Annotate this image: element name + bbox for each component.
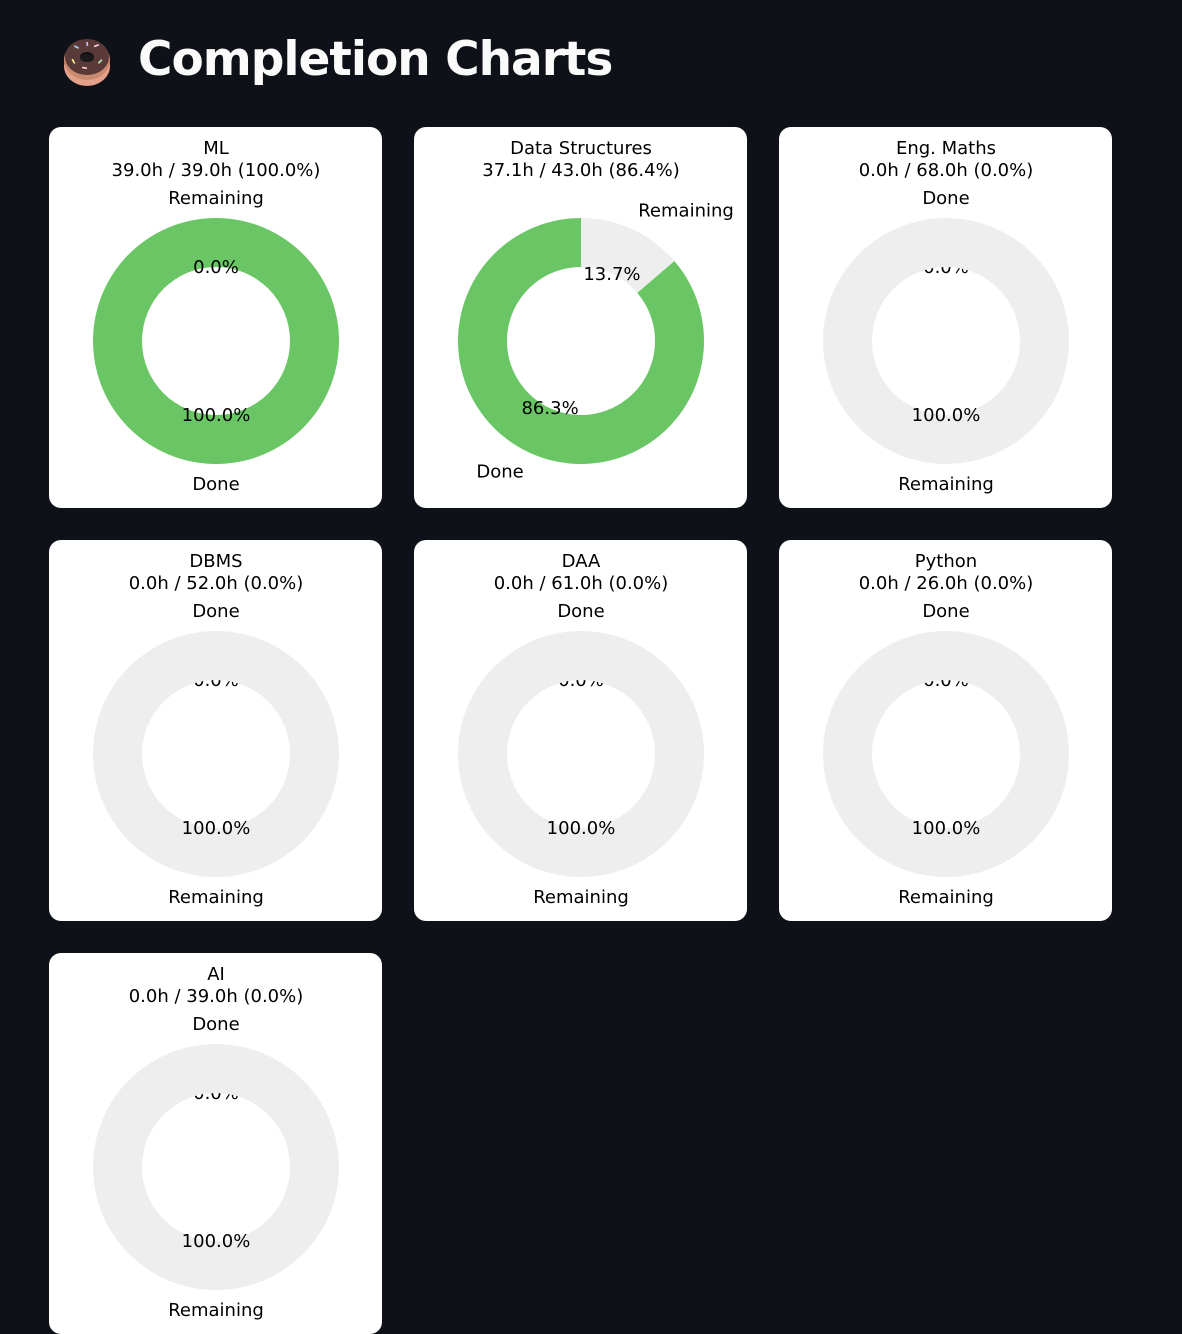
donut-chart: AI0.0h / 39.0h (0.0%)Done0.0%Remaining10… xyxy=(92,964,339,1321)
slice-label-remaining: Remaining xyxy=(533,887,629,908)
chart-card-data-structures: Data Structures 37.1h / 43.0h (86.4%) Done… xyxy=(414,127,747,508)
slice-remaining xyxy=(823,630,1069,878)
slice-label-remaining: Remaining xyxy=(168,887,264,908)
chart-title: Eng. Maths xyxy=(896,138,996,159)
slice-pct-remaining: 13.7% xyxy=(583,264,640,285)
chart-title: Python xyxy=(915,551,977,572)
slice-label-done: Done xyxy=(192,474,239,495)
donut-chart: Python0.0h / 26.0h (0.0%)Done0.0%Remaini… xyxy=(823,551,1069,908)
slice-pct-remaining: 100.0% xyxy=(912,818,981,839)
slice-pct-remaining: 100.0% xyxy=(182,818,251,839)
slice-label-remaining: Remaining xyxy=(168,188,264,209)
slice-label-done: Done xyxy=(922,601,969,622)
chart-subtitle: 0.0h / 68.0h (0.0%) xyxy=(859,160,1034,181)
slice-label-done: Done xyxy=(192,1014,239,1035)
slice-pct-remaining: 0.0% xyxy=(193,257,239,278)
donut-chart: Eng. Maths0.0h / 68.0h (0.0%)Done0.0%Rem… xyxy=(823,138,1069,495)
chart-title: AI xyxy=(207,964,225,985)
slice-label-remaining: Remaining xyxy=(638,201,734,222)
chart-card-eng-maths: Eng. Maths 0.0h / 68.0h (0.0%) Done 0.0% Rem… xyxy=(779,127,1112,508)
page-header: Completion Charts xyxy=(62,28,613,92)
chart-title: DAA xyxy=(562,551,601,572)
chart-card-ai: AI 0.0h / 39.0h (0.0%) Done 0.0% Remaining 10… xyxy=(49,953,382,1334)
chart-subtitle: 0.0h / 52.0h (0.0%) xyxy=(129,573,304,594)
slice-label-done: Done xyxy=(922,188,969,209)
slice-label-done: Done xyxy=(476,461,523,482)
slice-pct-done: 86.3% xyxy=(521,398,578,419)
chart-card-daa: DAA 0.0h / 61.0h (0.0%) Done 0.0% Remaining 1… xyxy=(414,540,747,921)
slice-remaining xyxy=(457,630,704,878)
page-title: Completion Charts xyxy=(138,32,613,87)
slice-pct-remaining: 100.0% xyxy=(182,1231,251,1252)
chart-title: ML xyxy=(203,138,229,159)
chart-subtitle: 0.0h / 26.0h (0.0%) xyxy=(859,573,1034,594)
slice-pct-done: 100.0% xyxy=(182,405,251,426)
slice-label-done: Done xyxy=(557,601,604,622)
chart-card-dbms: DBMS 0.0h / 52.0h (0.0%) Done 0.0% Remaining… xyxy=(49,540,382,921)
donut-chart: ML39.0h / 39.0h (100.0%) Done 100.0% Remain… xyxy=(92,138,339,495)
slice-pct-remaining: 100.0% xyxy=(912,405,981,426)
slice-done xyxy=(92,217,339,465)
slice-label-remaining: Remaining xyxy=(168,1300,264,1321)
chart-title: DBMS xyxy=(189,551,242,572)
donut-chart: DBMS0.0h / 52.0h (0.0%)Done0.0%Remaining… xyxy=(92,551,339,908)
chart-subtitle: 0.0h / 61.0h (0.0%) xyxy=(494,573,669,594)
slice-remaining xyxy=(92,630,339,878)
slice-label-remaining: Remaining xyxy=(898,474,994,495)
donut-chart: Data Structures37.1h / 43.0h (86.4%) Done… xyxy=(457,138,734,482)
chart-subtitle: 37.1h / 43.0h (86.4%) xyxy=(482,160,679,181)
donut-icon xyxy=(62,30,112,90)
chart-subtitle: 0.0h / 39.0h (0.0%) xyxy=(129,986,304,1007)
slice-remaining xyxy=(92,1043,339,1291)
chart-card-ml: ML 39.0h / 39.0h (100.0%) Done 100.0% Remain… xyxy=(49,127,382,508)
chart-subtitle: 39.0h / 39.0h (100.0%) xyxy=(112,160,321,181)
slice-label-done: Done xyxy=(192,601,239,622)
slice-remaining xyxy=(823,217,1069,465)
slice-label-remaining: Remaining xyxy=(898,887,994,908)
chart-card-python: Python 0.0h / 26.0h (0.0%) Done 0.0% Remaini… xyxy=(779,540,1112,921)
chart-title: Data Structures xyxy=(510,138,652,159)
donut-chart: DAA0.0h / 61.0h (0.0%)Done0.0%Remaining1… xyxy=(457,551,704,908)
slice-pct-remaining: 100.0% xyxy=(547,818,616,839)
